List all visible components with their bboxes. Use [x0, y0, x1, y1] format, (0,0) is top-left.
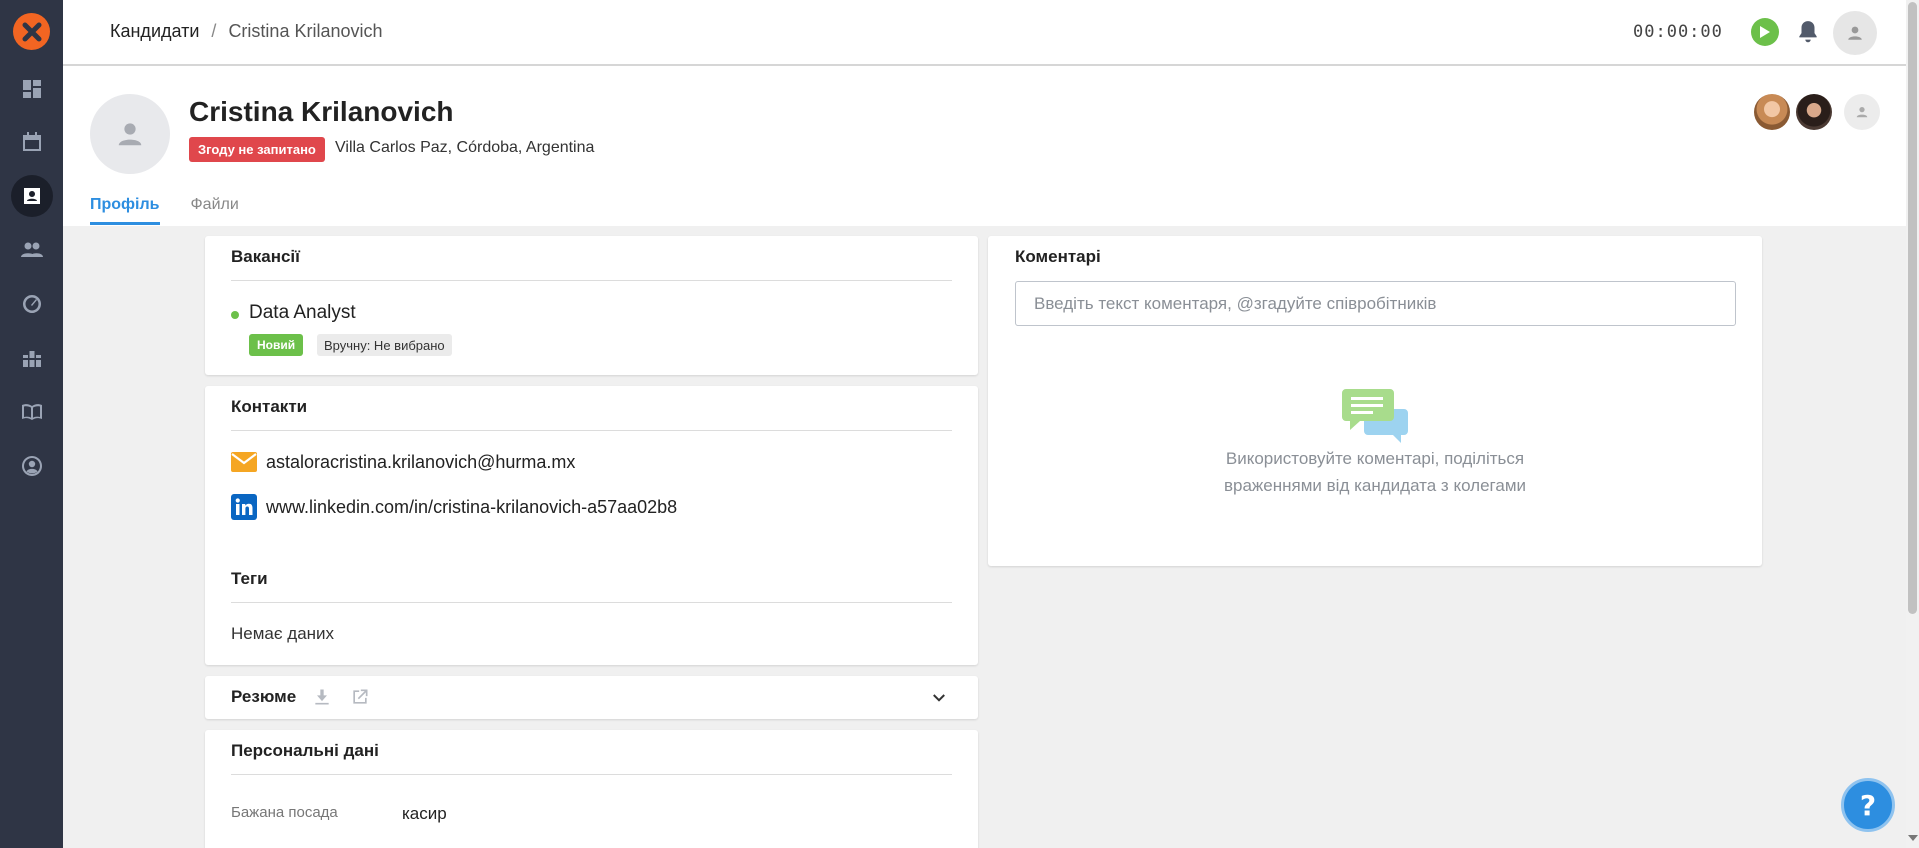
external-link-icon[interactable]	[350, 687, 370, 707]
vacancies-card: Вакансії Data Analyst Новий Вручну: Не в…	[205, 236, 978, 375]
breadcrumb-separator: /	[211, 21, 217, 41]
tab-files[interactable]: Файли	[191, 196, 239, 225]
contact-email[interactable]: astaloracristina.krilanovich@hurma.mx	[266, 452, 575, 473]
scrollbar-thumb[interactable]	[1908, 2, 1917, 614]
sidebar-item-knowledge[interactable]	[11, 391, 53, 433]
calendar-icon	[23, 132, 41, 151]
user-menu-avatar[interactable]	[1833, 11, 1877, 55]
tags-empty-text: Немає даних	[231, 624, 335, 643]
comments-empty-line: Використовуйте коментарі, поділіться	[1225, 449, 1525, 468]
comment-input[interactable]	[1015, 281, 1736, 326]
sidebar-item-performance[interactable]	[11, 283, 53, 325]
user-icon	[1848, 26, 1862, 40]
user-icon	[1856, 107, 1868, 118]
sidebar-item-structure[interactable]	[11, 337, 53, 379]
add-watcher-button[interactable]	[1844, 94, 1880, 130]
breadcrumb-current: Cristina Krilanovich	[228, 21, 383, 41]
sidebar-item-team[interactable]	[11, 229, 53, 271]
watchers	[1754, 94, 1880, 130]
resume-title: Резюме	[231, 687, 297, 706]
resume-card[interactable]: Резюме	[205, 676, 978, 719]
gauge-icon	[23, 295, 42, 313]
scroll-down-arrow-icon[interactable]	[1908, 834, 1918, 842]
breadcrumb-root[interactable]: Кандидати	[110, 21, 199, 42]
download-icon[interactable]	[312, 687, 332, 707]
linkedin-icon	[231, 494, 257, 520]
contacts-card: Контакти astaloracristina.krilanovich@hu…	[205, 386, 978, 665]
user-icon	[118, 123, 142, 146]
tab-profile[interactable]: Профіль	[90, 196, 160, 225]
tags-title: Теги	[231, 569, 268, 588]
sidebar-item-profile[interactable]	[11, 445, 53, 487]
sidebar-item-candidates[interactable]	[11, 175, 53, 217]
start-timer-button[interactable]	[1751, 18, 1779, 46]
candidate-avatar[interactable]	[90, 94, 170, 174]
personal-data-card: Персональні дані Бажана посада касир	[205, 730, 978, 848]
comments-empty-text: Використовуйте коментарі, поділіться вра…	[988, 445, 1762, 499]
divider	[231, 774, 952, 775]
candidate-location: Villa Carlos Paz, Córdoba, Argentina	[335, 139, 595, 156]
comments-title: Коментарі	[1015, 247, 1101, 266]
blocks-icon	[23, 351, 41, 367]
vacancy-name[interactable]: Data Analyst	[249, 302, 356, 324]
candidate-header: Cristina Krilanovich Згоду не запитано V…	[63, 66, 1906, 226]
sidebar-item-calendar[interactable]	[11, 121, 53, 163]
logo[interactable]	[13, 13, 50, 50]
contacts-title: Контакти	[231, 397, 308, 416]
personal-data-title: Персональні дані	[231, 741, 379, 760]
comments-empty-line: враженнями від кандидата з колегами	[1223, 476, 1526, 495]
bell-icon	[1799, 21, 1817, 43]
help-button[interactable]: ?	[1841, 778, 1895, 832]
divider	[231, 430, 952, 431]
book-icon	[22, 404, 42, 420]
page-scrollbar[interactable]	[1906, 0, 1919, 848]
logo-icon	[22, 22, 41, 41]
profile-tabs: Профіль Файли	[90, 196, 239, 225]
user-circle-icon	[22, 456, 43, 476]
comments-card: Коментарі Використовуйте коментарі, поді…	[988, 236, 1762, 566]
divider	[231, 280, 952, 281]
divider	[231, 602, 952, 603]
comments-icon	[1342, 389, 1408, 443]
vacancy-status-dot	[231, 311, 239, 319]
dashboard-icon	[23, 80, 41, 98]
time-tracker: 00:00:00	[1633, 22, 1723, 42]
breadcrumb: Кандидати / Cristina Krilanovich	[110, 21, 383, 42]
play-icon	[1760, 26, 1770, 38]
consent-status-badge[interactable]: Згоду не запитано	[189, 137, 325, 162]
vacancy-stage-badge[interactable]: Новий	[249, 334, 304, 356]
candidate-name: Cristina Krilanovich	[189, 96, 454, 127]
team-icon	[21, 242, 43, 257]
sidebar-item-dashboard[interactable]	[11, 68, 53, 110]
mail-icon	[231, 452, 257, 472]
candidates-icon	[24, 188, 40, 204]
vacancy-source-badge: Вручну: Не вибрано	[317, 334, 452, 356]
watcher-avatar[interactable]	[1796, 94, 1832, 130]
vacancies-title: Вакансії	[231, 247, 300, 266]
help-label: ?	[1859, 788, 1877, 822]
field-value-desired-position: касир	[402, 804, 447, 823]
chevron-down-icon[interactable]	[930, 689, 948, 707]
sidebar	[0, 0, 63, 848]
watcher-avatar[interactable]	[1754, 94, 1790, 130]
contact-linkedin[interactable]: www.linkedin.com/in/cristina-krilanovich…	[266, 497, 677, 518]
field-label-desired-position: Бажана посада	[231, 804, 338, 821]
topbar: Кандидати / Cristina Krilanovich 00:00:0…	[63, 0, 1906, 66]
notifications-button[interactable]	[1795, 19, 1821, 45]
